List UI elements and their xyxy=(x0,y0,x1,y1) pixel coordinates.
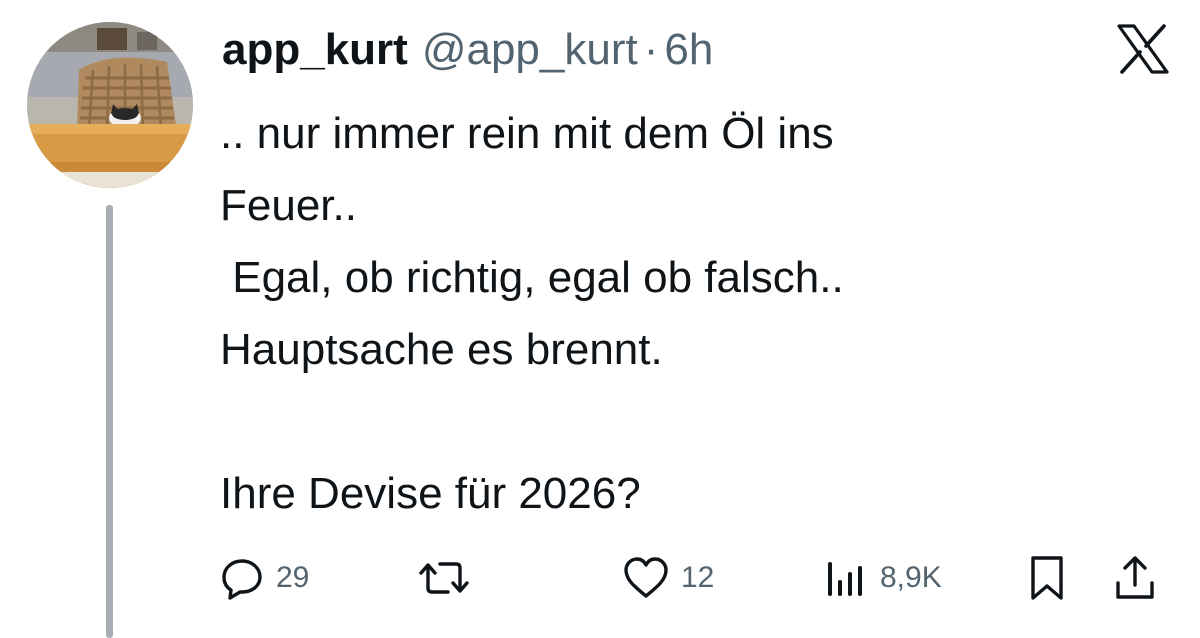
views-count: 8,9K xyxy=(880,561,942,594)
share-button[interactable] xyxy=(1113,548,1157,608)
post-text-line: .. nur immer rein mit dem Öl ins xyxy=(220,109,834,158)
post-text-line: Feuer.. xyxy=(220,181,357,230)
share-icon xyxy=(1116,556,1154,599)
reply-button[interactable]: 29 xyxy=(220,548,309,608)
action-bar: 29 12 8,9K xyxy=(0,548,1200,608)
heart-icon xyxy=(624,557,668,598)
author-display-name[interactable]: app_kurt xyxy=(222,20,408,80)
bookmark-button[interactable] xyxy=(1027,548,1067,608)
author-handle[interactable]: @app_kurt xyxy=(422,20,638,80)
like-button[interactable]: 12 xyxy=(623,548,714,608)
repost-button[interactable] xyxy=(418,548,482,608)
tweet-card: app_kurt @app_kurt · 6h .. nur immer rei… xyxy=(0,0,1200,638)
avatar-photo xyxy=(27,22,193,188)
reply-count: 29 xyxy=(276,561,310,594)
avatar[interactable] xyxy=(27,22,193,188)
post-timestamp[interactable]: 6h xyxy=(664,20,713,80)
views-button[interactable]: 8,9K xyxy=(824,548,942,608)
post-text-line: Hauptsache es brennt. xyxy=(220,325,663,374)
reply-icon xyxy=(222,559,262,600)
bookmark-icon xyxy=(1031,556,1063,600)
post-text-line: Egal, ob richtig, egal ob falsch.. xyxy=(220,253,844,302)
views-icon xyxy=(828,562,862,596)
like-count: 12 xyxy=(681,561,715,594)
repost-icon xyxy=(419,562,469,594)
x-logo-icon xyxy=(1116,24,1170,74)
header-separator: · xyxy=(643,25,659,74)
post-text-line xyxy=(220,386,1100,458)
post-text-line: Ihre Devise für 2026? xyxy=(220,469,641,518)
post-header: app_kurt @app_kurt · 6h xyxy=(222,20,713,80)
post-text: .. nur immer rein mit dem Öl ins Feuer..… xyxy=(220,98,1100,530)
